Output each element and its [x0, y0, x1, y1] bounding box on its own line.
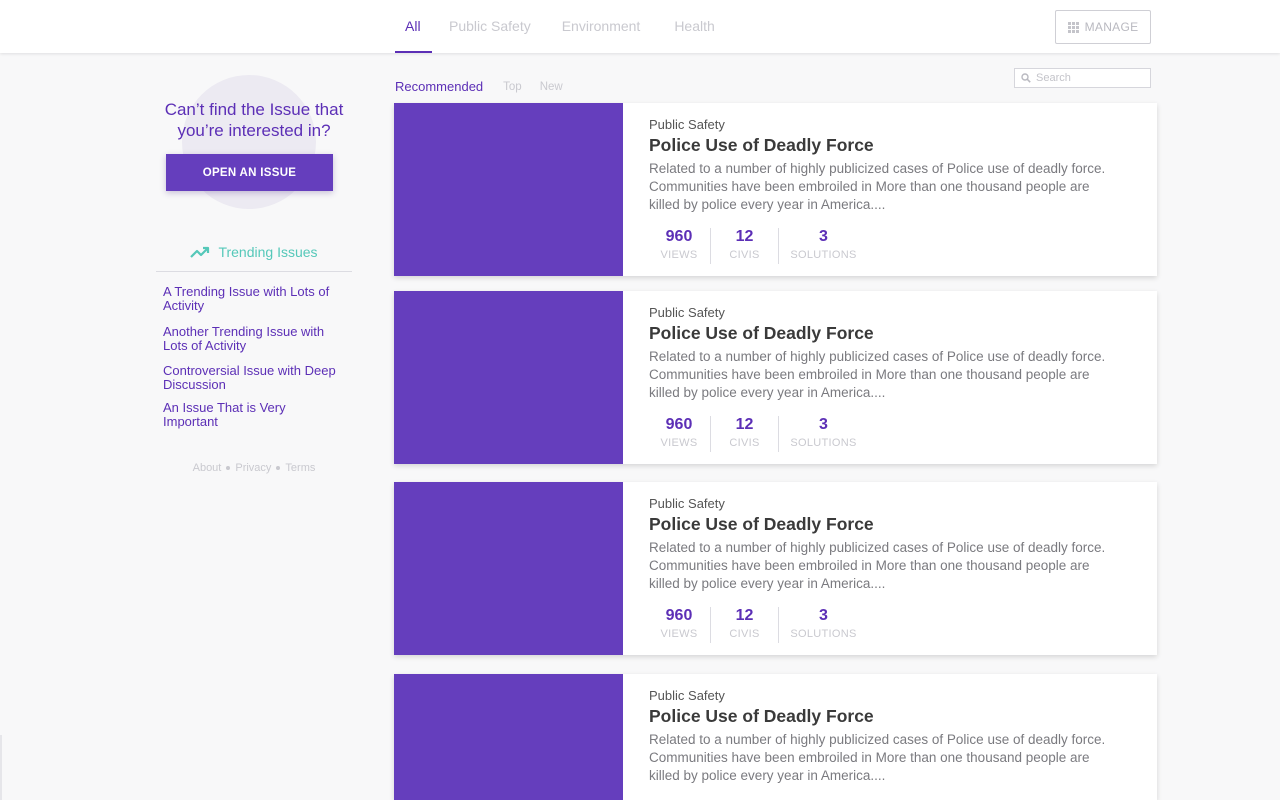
issue-card[interactable]: Public Safety Police Use of Deadly Force… [394, 674, 1157, 800]
trending-heading-label: Trending Issues [218, 244, 318, 260]
issue-thumbnail [394, 674, 623, 800]
issue-title[interactable]: Police Use of Deadly Force [649, 513, 1129, 535]
cta-title: Can’t find the Issue that you’re interes… [164, 100, 344, 140]
solutions-label: SOLUTIONS [790, 249, 857, 261]
issue-description: Related to a number of highly publicized… [649, 732, 1106, 783]
issue-category: Public Safety [649, 117, 725, 132]
top-bar: All Public Safety Environment Health MAN… [0, 0, 1280, 53]
solutions-count: 3 [819, 607, 828, 624]
trending-item[interactable]: Controversial Issue with Deep Discussion [163, 364, 338, 392]
views-stat: 960 VIEWS [653, 416, 705, 452]
grid-icon [1067, 21, 1079, 33]
tab-environment[interactable]: Environment [562, 0, 641, 53]
issue-title[interactable]: Police Use of Deadly Force [649, 134, 1129, 156]
views-label: VIEWS [660, 437, 698, 449]
civis-count: 12 [735, 416, 754, 433]
trending-item[interactable]: An Issue That is Very Important [163, 401, 338, 429]
civis-count: 12 [735, 607, 754, 624]
civis-label: CIVIS [729, 249, 760, 261]
sort-tab-recommended[interactable]: Recommended [395, 79, 483, 94]
separator-dot [276, 466, 281, 470]
civis-count: 12 [735, 228, 754, 245]
trending-list: A Trending Issue with Lots of Activity A… [163, 285, 338, 429]
trending-item[interactable]: A Trending Issue with Lots of Activity [163, 285, 338, 313]
civis-stat: 12 CIVIS [710, 228, 778, 264]
issue-category: Public Safety [649, 688, 725, 703]
issue-thumbnail [394, 103, 623, 276]
footer-link-about[interactable]: About [193, 462, 222, 474]
issue-stats: 960 VIEWS 12 CIVIS 3 SOLUTIONS [649, 607, 1129, 643]
civis-stat: 12 CIVIS [710, 607, 778, 643]
trending-up-icon [190, 244, 210, 258]
category-tabs: All Public Safety Environment Health [395, 0, 715, 53]
issue-description: Related to a number of highly publicized… [649, 349, 1106, 400]
issue-card[interactable]: Public Safety Police Use of Deadly Force… [394, 103, 1157, 276]
trending-item[interactable]: Another Trending Issue with Lots of Acti… [163, 325, 338, 353]
views-stat: 960 VIEWS [653, 228, 705, 264]
views-label: VIEWS [660, 249, 698, 261]
solutions-count: 3 [819, 416, 828, 433]
manage-label: MANAGE [1084, 20, 1139, 34]
issue-category: Public Safety [649, 305, 725, 320]
issue-description: Related to a number of highly publicized… [649, 161, 1106, 212]
search-box [1014, 68, 1151, 88]
separator-dot [226, 466, 231, 470]
views-count: 960 [665, 416, 693, 433]
views-label: VIEWS [660, 628, 698, 640]
issue-title[interactable]: Police Use of Deadly Force [649, 322, 1129, 344]
issue-description: Related to a number of highly publicized… [649, 540, 1106, 591]
solutions-stat: 3 SOLUTIONS [778, 607, 868, 643]
views-stat: 960 VIEWS [653, 607, 705, 643]
tab-all[interactable]: All [395, 0, 432, 53]
solutions-count: 3 [819, 228, 828, 245]
window-edge [0, 735, 2, 800]
issue-title[interactable]: Police Use of Deadly Force [649, 705, 1129, 727]
issue-card[interactable]: Public Safety Police Use of Deadly Force… [394, 482, 1157, 655]
tab-public-safety[interactable]: Public Safety [449, 0, 531, 53]
sort-tabs: Recommended Top New [395, 79, 563, 94]
footer-links: About Privacy Terms [156, 462, 352, 474]
sort-tab-top[interactable]: Top [503, 79, 522, 94]
sort-tab-new[interactable]: New [540, 79, 563, 94]
open-issue-button[interactable]: OPEN AN ISSUE [166, 154, 333, 191]
solutions-label: SOLUTIONS [790, 437, 857, 449]
civis-label: CIVIS [729, 437, 760, 449]
issue-stats: 960 VIEWS 12 CIVIS 3 SOLUTIONS [649, 416, 1129, 452]
issue-category: Public Safety [649, 496, 725, 511]
search-input[interactable] [1036, 72, 1146, 84]
solutions-stat: 3 SOLUTIONS [778, 416, 868, 452]
manage-button[interactable]: MANAGE [1055, 10, 1151, 44]
civis-stat: 12 CIVIS [710, 416, 778, 452]
issue-thumbnail [394, 291, 623, 464]
trending-heading: Trending Issues [156, 244, 352, 272]
views-count: 960 [665, 228, 693, 245]
issue-thumbnail [394, 482, 623, 655]
views-count: 960 [665, 607, 693, 624]
solutions-label: SOLUTIONS [790, 628, 857, 640]
footer-link-terms[interactable]: Terms [285, 462, 315, 474]
civis-label: CIVIS [729, 628, 760, 640]
footer-link-privacy[interactable]: Privacy [235, 462, 271, 474]
tab-health[interactable]: Health [674, 0, 714, 53]
search-icon [1021, 73, 1031, 83]
issue-stats: 960 VIEWS 12 CIVIS 3 SOLUTIONS [649, 228, 1129, 264]
solutions-stat: 3 SOLUTIONS [778, 228, 868, 264]
issue-card[interactable]: Public Safety Police Use of Deadly Force… [394, 291, 1157, 464]
